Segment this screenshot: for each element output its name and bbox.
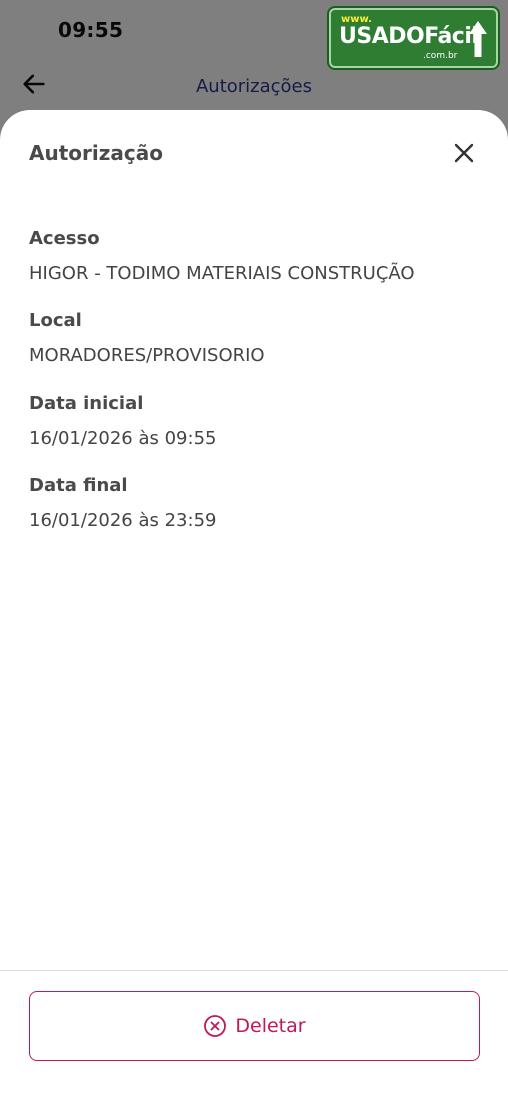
field-label-acesso: Acesso bbox=[29, 228, 100, 249]
field-data-inicial: Data inicial 16/01/2026 às 09:55 bbox=[29, 393, 216, 449]
field-local: Local MORADORES/PROVISORIO bbox=[29, 310, 265, 366]
screen: 09:55 Autorizações www. USADOFácil .com.… bbox=[0, 0, 508, 1100]
field-data-final: Data final 16/01/2026 às 23:59 bbox=[29, 475, 216, 531]
field-value-data-inicial: 16/01/2026 às 09:55 bbox=[29, 428, 217, 449]
watermark-logo: www. USADOFácil .com.br bbox=[329, 8, 498, 68]
close-icon[interactable] bbox=[448, 137, 480, 169]
field-value-local: MORADORES/PROVISORIO bbox=[29, 345, 265, 366]
up-arrow-icon bbox=[469, 21, 487, 57]
field-label-data-inicial: Data inicial bbox=[29, 393, 144, 414]
sheet-title: Autorização bbox=[29, 141, 163, 165]
field-acesso: Acesso HIGOR - TODIMO MATERIAIS CONSTRUÇ… bbox=[29, 228, 415, 284]
footer-divider bbox=[0, 970, 508, 971]
logo-domain: .com.br bbox=[423, 51, 458, 61]
field-value-data-final: 16/01/2026 às 23:59 bbox=[29, 510, 217, 531]
circle-x-icon bbox=[204, 1015, 227, 1037]
field-label-data-final: Data final bbox=[29, 475, 128, 496]
authorization-sheet: Autorização Acesso HIGOR - TODIMO MATERI… bbox=[0, 110, 508, 1100]
delete-label: Deletar bbox=[235, 1015, 306, 1037]
field-label-local: Local bbox=[29, 310, 82, 331]
logo-main: USADOFácil bbox=[339, 24, 479, 49]
delete-button[interactable]: Deletar bbox=[29, 991, 480, 1061]
field-value-acesso: HIGOR - TODIMO MATERIAIS CONSTRUÇÃO bbox=[29, 263, 415, 284]
